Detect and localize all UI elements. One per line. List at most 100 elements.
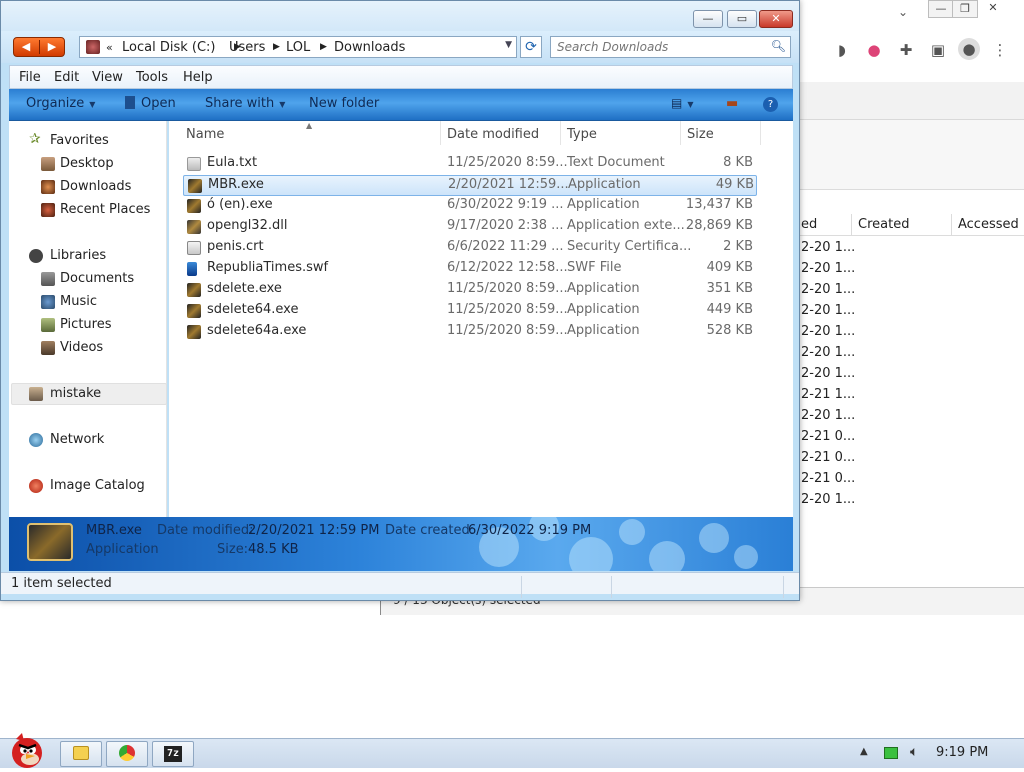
file-type: Text Document xyxy=(567,155,665,170)
breadcrumb-separator-icon[interactable]: ▶ xyxy=(273,42,280,52)
file-row[interactable]: opengl32.dll 9/17/2020 2:38 ... Applicat… xyxy=(183,217,757,238)
volume-icon[interactable]: 🔈︎ xyxy=(910,744,918,760)
taskbar-7zip-button[interactable]: 7z xyxy=(152,741,194,767)
nav-videos[interactable]: Videos xyxy=(15,338,165,360)
nav-music[interactable]: Music xyxy=(15,292,165,314)
menu-view[interactable]: View xyxy=(92,70,123,85)
navigation-pane: ✰ Favorites Desktop Downloads Recent Plac… xyxy=(9,121,167,517)
file-row[interactable]: Eula.txt 11/25/2020 8:59... Text Documen… xyxy=(183,154,757,175)
nav-network[interactable]: Network xyxy=(15,430,165,452)
music-icon xyxy=(41,295,55,309)
column-divider[interactable] xyxy=(560,121,561,145)
mistake-computer-icon xyxy=(29,387,43,401)
file-row[interactable]: RepubliaTimes.swf 6/12/2022 12:58... SWF… xyxy=(183,259,757,280)
browser-close-button[interactable]: ✕ xyxy=(980,0,1006,18)
file-row[interactable]: penis.crt 6/6/2022 11:29 ... Security Ce… xyxy=(183,238,757,259)
nav-downloads[interactable]: Downloads xyxy=(15,177,165,199)
adblock-extension-icon[interactable]: ◗ xyxy=(832,38,852,62)
menu-help[interactable]: Help xyxy=(183,70,213,85)
file-row[interactable]: sdelete64a.exe 11/25/2020 8:59... Applic… xyxy=(183,322,757,343)
organize-button[interactable]: Organize ▼ xyxy=(26,96,95,111)
details-size-value: 48.5 KB xyxy=(248,542,299,557)
file-row-selected[interactable]: MBR.exe 2/20/2021 12:59... Application 4… xyxy=(183,175,757,196)
nav-network-label: Network xyxy=(50,432,105,447)
extensions-puzzle-icon[interactable]: ✚ xyxy=(896,38,916,62)
browser-menu-icon[interactable]: ⋮ xyxy=(990,38,1010,62)
address-dropdown-icon[interactable]: ▼ xyxy=(505,40,512,50)
nav-documents-label: Documents xyxy=(60,271,135,286)
details-bubble-decoration xyxy=(619,519,645,545)
open-button[interactable]: Open xyxy=(125,96,176,111)
column-divider[interactable] xyxy=(440,121,441,145)
tab-list-chevron-icon[interactable]: ⌄ xyxy=(898,5,908,19)
browser-restore-button[interactable]: ❐ xyxy=(952,0,978,18)
start-button[interactable] xyxy=(2,729,52,769)
selected-file-large-icon xyxy=(27,523,73,561)
browser-minimize-button[interactable]: — xyxy=(928,0,954,18)
forward-arrow-icon[interactable]: ▶ xyxy=(40,39,64,55)
breadcrumb-users[interactable]: Users xyxy=(229,40,265,55)
file-size: 449 KB xyxy=(706,302,753,317)
network-icon[interactable] xyxy=(884,747,898,759)
file-name: RepubliaTimes.swf xyxy=(207,260,329,275)
flag-extension-icon[interactable]: ● xyxy=(864,38,884,62)
column-size[interactable]: Size xyxy=(687,127,714,142)
column-date-modified[interactable]: Date modified xyxy=(447,127,539,142)
breadcrumb-downloads[interactable]: Downloads xyxy=(334,40,405,55)
clock[interactable]: 9:19 PM xyxy=(936,745,988,760)
file-date: 9/17/2020 2:38 ... xyxy=(447,218,564,233)
new-folder-button[interactable]: New folder xyxy=(309,96,379,111)
refresh-button[interactable]: ⟳ xyxy=(520,36,542,58)
file-list-pane: ▲ Name Date modified Type Size Eula.txt … xyxy=(169,121,793,517)
profile-avatar-icon[interactable]: ● xyxy=(958,38,980,60)
nav-pictures[interactable]: Pictures xyxy=(15,315,165,337)
column-name[interactable]: Name xyxy=(186,127,224,142)
share-caret-icon: ▼ xyxy=(279,100,286,109)
column-divider[interactable] xyxy=(680,121,681,145)
address-bar[interactable]: « Local Disk (C:) ▶ Users ▶ LOL ▶ Downlo… xyxy=(79,36,517,58)
maximize-button[interactable]: ▭ xyxy=(727,10,757,28)
file-row[interactable]: ó (en).exe 6/30/2022 9:19 ... Applicatio… xyxy=(183,196,757,217)
column-type[interactable]: Type xyxy=(567,127,597,142)
nav-desktop[interactable]: Desktop xyxy=(15,154,165,176)
breadcrumb-overflow[interactable]: « xyxy=(106,41,113,54)
nav-image-catalog[interactable]: Image Catalog xyxy=(15,476,165,498)
nav-mistake[interactable]: mistake xyxy=(11,383,167,405)
column-divider[interactable] xyxy=(760,121,761,145)
breadcrumb-local-disk[interactable]: Local Disk (C:) xyxy=(122,40,215,55)
bg-column-created[interactable]: Created xyxy=(858,217,909,232)
menu-edit[interactable]: Edit xyxy=(54,70,79,85)
recent-places-icon xyxy=(41,203,55,217)
breadcrumb-lol[interactable]: LOL xyxy=(286,40,310,55)
help-icon[interactable]: ? xyxy=(763,97,778,112)
minimize-button[interactable]: — xyxy=(693,10,723,28)
file-name: ó (en).exe xyxy=(207,197,273,212)
chevron-up-icon[interactable]: ▲ xyxy=(860,746,868,757)
taskbar-chrome-button[interactable] xyxy=(106,741,148,767)
sort-ascending-icon: ▲ xyxy=(306,121,313,130)
bg-date-cell: 2-20 1... xyxy=(801,366,856,381)
nav-libraries[interactable]: Libraries xyxy=(15,246,165,268)
file-row[interactable]: sdelete.exe 11/25/2020 8:59... Applicati… xyxy=(183,280,757,301)
search-icon[interactable]: 🔍︎ xyxy=(771,39,786,53)
share-with-button[interactable]: Share with ▼ xyxy=(205,96,285,111)
file-name: Eula.txt xyxy=(207,155,258,170)
breadcrumb-separator-icon[interactable]: ▶ xyxy=(320,42,327,52)
nav-favorites-label: Favorites xyxy=(50,133,109,148)
close-button[interactable]: ✕ xyxy=(759,10,793,28)
menu-file[interactable]: File xyxy=(19,70,41,85)
view-options-icon[interactable]: ▤ ▼ xyxy=(671,96,694,110)
bg-column-modified[interactable]: ed xyxy=(801,217,817,232)
side-panel-icon[interactable]: ▣ xyxy=(928,38,948,62)
nav-favorites[interactable]: ✰ Favorites xyxy=(15,131,165,153)
search-input[interactable] xyxy=(557,39,767,55)
file-row[interactable]: sdelete64.exe 11/25/2020 8:59... Applica… xyxy=(183,301,757,322)
taskbar-explorer-button[interactable] xyxy=(60,741,102,767)
preview-pane-icon[interactable]: ▬ xyxy=(726,96,738,111)
taskbar: 7z ▲ 🔈︎ 9:19 PM xyxy=(0,733,1024,768)
menu-tools[interactable]: Tools xyxy=(136,70,168,85)
bg-column-accessed[interactable]: Accessed xyxy=(958,217,1019,232)
nav-recent-places[interactable]: Recent Places xyxy=(15,200,165,222)
nav-documents[interactable]: Documents xyxy=(15,269,165,291)
back-arrow-icon[interactable]: ◀ xyxy=(14,39,38,55)
